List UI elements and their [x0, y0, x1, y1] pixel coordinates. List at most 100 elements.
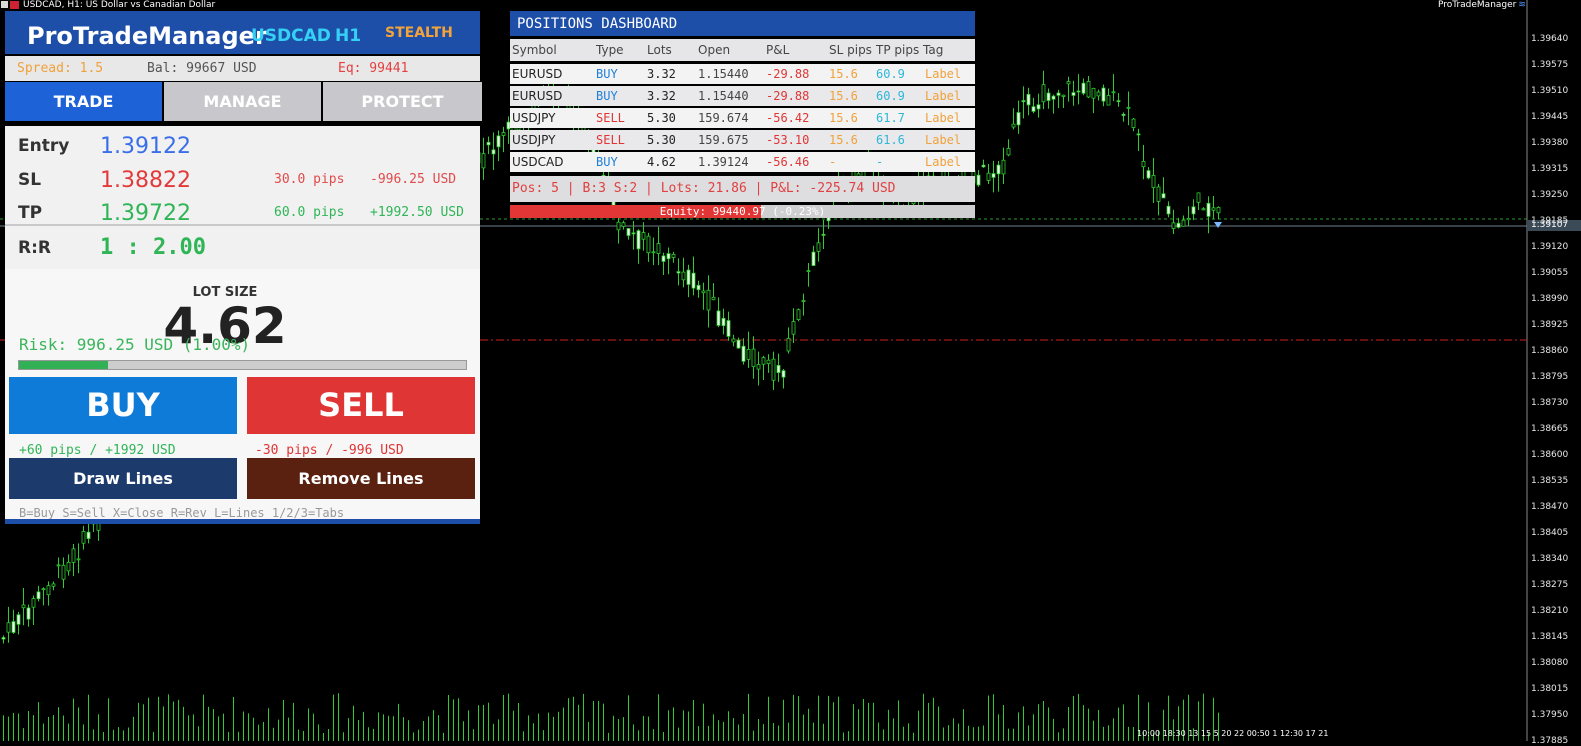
candle-body	[1046, 92, 1051, 101]
candle-body	[481, 153, 486, 169]
panel-header: ProTradeManager USDCAD H1 STEALTH	[5, 11, 480, 54]
position-row[interactable]: USDJPY SELL 5.30 159.675 -53.10 15.6 61.6 Label	[510, 130, 975, 150]
price-tick-label: 1.37885	[1531, 736, 1569, 746]
tab-manage[interactable]: MANAGE	[164, 82, 321, 121]
position-sl: 15.6	[829, 111, 858, 125]
sl-price[interactable]: 1.38822	[100, 168, 191, 193]
candle-body	[821, 233, 826, 236]
position-symbol: USDCAD	[512, 155, 564, 169]
position-lots: 3.32	[647, 67, 676, 81]
candle-body	[726, 320, 731, 337]
candle-body	[26, 607, 31, 620]
candle-body	[996, 164, 1001, 175]
candle-body	[41, 588, 46, 591]
candle-body	[781, 370, 786, 378]
tab-trade[interactable]: TRADE	[5, 82, 162, 121]
candle-body	[1146, 170, 1151, 179]
candle-body	[1081, 82, 1086, 94]
price-tick-label: 1.39640	[1531, 34, 1569, 44]
candle-body	[636, 230, 641, 250]
levels-section: Entry 1.39122 SL 1.38822 30.0 pips -996.…	[5, 126, 480, 276]
price-tick-label: 1.38990	[1531, 294, 1569, 304]
stealth-mode-badge[interactable]: STEALTH	[385, 25, 453, 41]
position-tp: 61.6	[876, 133, 905, 147]
candle-body	[1066, 81, 1071, 85]
candle-body	[796, 309, 801, 320]
buy-target-text: +60 pips / +1992 USD	[19, 443, 176, 458]
candle-body	[681, 271, 686, 281]
window-title: USDCAD, H1: US Dollar vs Canadian Dollar	[23, 0, 216, 10]
position-lots: 4.62	[647, 155, 676, 169]
candle-body	[31, 598, 36, 608]
candle-body	[71, 548, 76, 563]
candle-body	[696, 284, 701, 291]
candle-body	[756, 364, 761, 370]
candle-body	[1016, 112, 1021, 126]
price-tick-label: 1.38340	[1531, 554, 1569, 564]
indicator-name: ProTradeManager	[1438, 0, 1517, 10]
candle-body	[656, 243, 661, 254]
position-lots: 5.30	[647, 133, 676, 147]
candle-body	[1126, 106, 1131, 109]
price-tick-label: 1.39445	[1531, 112, 1569, 122]
candle-body	[1201, 208, 1206, 211]
price-tick-label: 1.38210	[1531, 606, 1569, 616]
position-open: 1.39124	[698, 155, 749, 169]
candle-body	[811, 251, 816, 266]
price-tick-label: 1.37950	[1531, 710, 1569, 720]
tp-pips: 60.0 pips	[274, 205, 345, 220]
sl-amount: -996.25 USD	[370, 172, 457, 187]
candle-body	[1091, 87, 1096, 99]
price-tick-label: 1.39055	[1531, 268, 1569, 278]
candle-body	[686, 269, 691, 285]
candle-body	[1036, 104, 1041, 110]
remove-lines-button[interactable]: Remove Lines	[247, 458, 475, 499]
candle-body	[1006, 148, 1011, 156]
candle-body	[731, 338, 736, 343]
window-title-bar: USDCAD, H1: US Dollar vs Canadian Dollar	[0, 0, 700, 11]
equity-bar-text: Equity: 99440.97 (-0.23%)	[659, 205, 826, 218]
dashboard-summary: Pos: 5 | B:3 S:2 | Lots: 21.86 | P&L: -2…	[510, 176, 975, 202]
price-tick-label: 1.38730	[1531, 398, 1569, 408]
position-row[interactable]: EURUSD BUY 3.32 1.15440 -29.88 15.6 60.9 Label	[510, 64, 975, 84]
position-pnl: -53.10	[766, 133, 810, 147]
indicator-label: ProTradeManager ≋	[1438, 0, 1526, 11]
menu-icon[interactable]	[1, 1, 8, 8]
position-row[interactable]: USDJPY SELL 5.30 159.674 -56.42 15.6 61.7 Label	[510, 108, 975, 128]
spread-value: Spread: 1.5	[17, 61, 104, 76]
position-symbol: USDJPY	[512, 133, 556, 147]
position-tag: Label	[925, 133, 962, 147]
col-type: Type	[596, 43, 624, 57]
position-symbol: EURUSD	[512, 67, 563, 81]
col-pnl: P&L	[766, 43, 790, 57]
candle-body	[746, 348, 751, 360]
candle-body	[806, 270, 811, 273]
candle-body	[6, 622, 11, 633]
sell-button[interactable]: SELL	[247, 377, 475, 434]
position-row[interactable]: EURUSD BUY 3.32 1.15440 -29.88 15.6 60.9 Label	[510, 86, 975, 106]
position-row[interactable]: USDCAD BUY 4.62 1.39124 -56.46 - - Label	[510, 152, 975, 172]
position-tp: -	[876, 155, 884, 169]
draw-lines-button[interactable]: Draw Lines	[9, 458, 237, 499]
tab-protect[interactable]: PROTECT	[323, 82, 482, 121]
candle-body	[1021, 100, 1026, 103]
candle-body	[1026, 94, 1031, 106]
tp-price[interactable]: 1.39722	[100, 201, 191, 226]
position-type: BUY	[596, 67, 618, 81]
candle-body	[651, 251, 656, 254]
trade-panel: ProTradeManager USDCAD H1 STEALTH Spread…	[5, 11, 482, 524]
candle-body	[641, 232, 646, 240]
candle-body	[61, 564, 66, 580]
position-type: SELL	[596, 133, 625, 147]
entry-price[interactable]: 1.39122	[100, 134, 191, 159]
rr-value: 1 : 2.00	[100, 235, 206, 260]
candle-body	[1076, 90, 1081, 93]
candle-body	[1011, 123, 1016, 128]
position-tag: Label	[925, 67, 962, 81]
candle-body	[691, 272, 696, 289]
buy-button[interactable]: BUY	[9, 377, 237, 434]
candle-body	[1041, 84, 1046, 103]
position-sl: 15.6	[829, 133, 858, 147]
position-symbol: USDJPY	[512, 111, 556, 125]
price-tick-label: 1.38665	[1531, 424, 1569, 434]
